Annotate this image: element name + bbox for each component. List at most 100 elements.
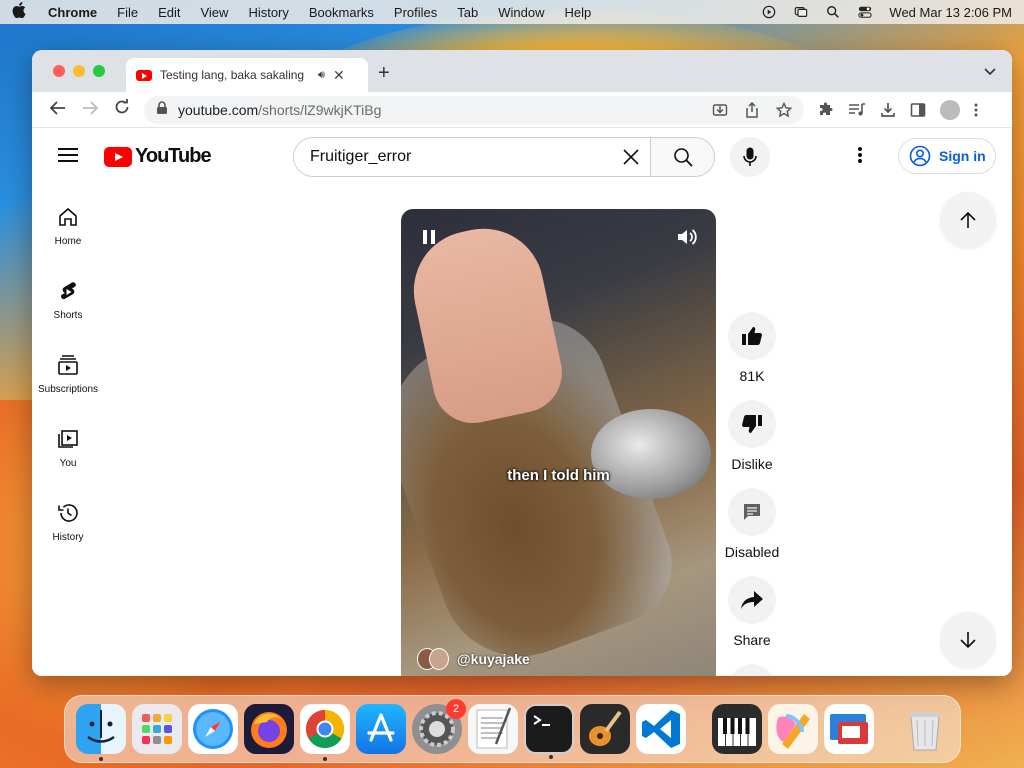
sidebar-item-label: History	[52, 532, 84, 543]
menu-window[interactable]: Window	[498, 5, 544, 20]
dock-textedit-icon[interactable]	[468, 704, 518, 754]
bookmark-star-icon[interactable]	[776, 101, 792, 118]
dock-launchpad-icon[interactable]	[132, 704, 182, 754]
search-button[interactable]	[650, 138, 714, 176]
dock-chrome-icon[interactable]	[300, 704, 350, 761]
minimize-window-button[interactable]	[73, 65, 85, 77]
share-label: Share	[733, 632, 771, 648]
history-icon	[58, 504, 78, 522]
like-action[interactable]: 81K	[722, 312, 782, 384]
sign-in-label: Sign in	[939, 148, 986, 164]
side-panel-icon[interactable]	[910, 102, 926, 118]
voice-search-button[interactable]	[730, 137, 770, 177]
dislike-button[interactable]	[728, 400, 776, 448]
tab-search-chevron-icon[interactable]	[984, 64, 996, 79]
menu-profiles[interactable]: Profiles	[394, 5, 437, 20]
control-center-icon[interactable]	[857, 5, 873, 19]
settings-badge: 2	[446, 699, 466, 719]
new-tab-button[interactable]: +	[378, 62, 390, 85]
back-button[interactable]	[42, 99, 74, 120]
downloads-icon[interactable]	[880, 102, 896, 118]
close-window-button[interactable]	[53, 65, 65, 77]
dock-app-store-icon[interactable]	[356, 704, 406, 754]
channel-handle[interactable]: @kuyajake	[457, 651, 530, 667]
sidebar-item-you[interactable]: You	[32, 428, 104, 469]
volume-icon[interactable]	[676, 227, 698, 252]
share-page-icon[interactable]	[744, 101, 760, 118]
profile-avatar[interactable]	[940, 99, 960, 120]
tab-title: Testing lang, baka sakaling	[160, 68, 305, 82]
more-actions-button[interactable]	[728, 664, 776, 676]
tab-audio-icon[interactable]: 🔊︎	[318, 69, 325, 82]
extensions-puzzle-icon[interactable]	[818, 102, 834, 118]
comment-icon	[744, 504, 760, 520]
share-button[interactable]	[728, 576, 776, 624]
dock-system-settings-icon[interactable]: 2	[412, 699, 466, 754]
apple-menu-icon[interactable]	[12, 2, 34, 22]
user-circle-icon	[909, 145, 931, 167]
home-icon	[59, 207, 77, 226]
sidebar-item-subscriptions[interactable]: Subscriptions	[32, 354, 104, 395]
menubar-clock[interactable]: Wed Mar 13 2:06 PM	[889, 5, 1012, 20]
screen-mirroring-icon[interactable]	[793, 5, 809, 19]
pause-icon[interactable]	[423, 230, 435, 244]
dislike-action[interactable]: Dislike	[722, 400, 782, 472]
spotlight-search-icon[interactable]	[825, 5, 841, 19]
menu-bookmarks[interactable]: Bookmarks	[309, 5, 374, 20]
site-info-icon[interactable]	[156, 101, 168, 118]
menu-app-name[interactable]: Chrome	[48, 5, 97, 20]
install-app-icon[interactable]	[712, 102, 728, 118]
dock-terminal-icon[interactable]	[524, 704, 574, 759]
sidebar-item-shorts[interactable]: Shorts	[32, 280, 104, 321]
youtube-logo-text: YouTube	[135, 145, 212, 167]
clear-search-icon[interactable]	[613, 138, 651, 176]
next-video-button[interactable]	[940, 612, 996, 668]
share-action[interactable]: Share	[722, 576, 782, 648]
subscriptions-icon	[58, 355, 78, 375]
chrome-menu-icon[interactable]	[974, 102, 978, 118]
sidebar-item-history[interactable]: History	[32, 502, 104, 543]
dock-pages-icon[interactable]	[768, 704, 818, 754]
previous-video-button[interactable]	[940, 192, 996, 248]
menu-help[interactable]: Help	[565, 5, 592, 20]
search-input[interactable]	[294, 138, 613, 176]
menu-history[interactable]: History	[248, 5, 288, 20]
more-actions[interactable]	[722, 664, 782, 676]
like-button[interactable]	[728, 312, 776, 360]
reload-button[interactable]	[106, 99, 138, 120]
guide-menu-icon[interactable]	[58, 148, 78, 162]
media-play-icon[interactable]	[761, 5, 777, 19]
dock-vscode-icon[interactable]	[636, 704, 686, 754]
dock-finder-icon[interactable]	[76, 704, 126, 761]
channel-info[interactable]: @kuyajake	[417, 644, 530, 674]
dock-garageband-icon[interactable]	[580, 704, 630, 754]
dock-trash-icon[interactable]	[900, 704, 950, 754]
channel-avatar[interactable]	[417, 644, 453, 674]
sidebar-item-label: Home	[54, 236, 82, 247]
sidebar-item-label: Shorts	[53, 310, 83, 321]
close-tab-icon[interactable]: ✕	[333, 67, 345, 84]
address-bar[interactable]: youtube.com/shorts/lZ9wkjKTiBg	[144, 95, 804, 124]
comments-button	[728, 488, 776, 536]
browser-tab-active[interactable]: Testing lang, baka sakaling 🔊︎ ✕	[126, 58, 368, 92]
dock-remote-desktop-icon[interactable]	[824, 704, 874, 754]
settings-more-icon[interactable]	[858, 146, 862, 168]
menu-view[interactable]: View	[200, 5, 228, 20]
dock-safari-icon[interactable]	[188, 704, 238, 754]
sidebar-item-home[interactable]: Home	[32, 206, 104, 247]
forward-button[interactable]	[74, 99, 106, 120]
thumbs-down-icon	[742, 415, 762, 433]
thumbs-up-icon	[742, 327, 762, 345]
chrome-window: Testing lang, baka sakaling 🔊︎ ✕ + youtu…	[32, 50, 1012, 676]
shorts-video-player[interactable]: then I told him @kuyajake	[401, 209, 716, 676]
sign-in-button[interactable]: Sign in	[898, 138, 996, 174]
dock-piano-icon[interactable]	[712, 704, 762, 754]
menu-file[interactable]: File	[117, 5, 138, 20]
media-queue-icon[interactable]	[848, 102, 866, 118]
menu-tab[interactable]: Tab	[457, 5, 478, 20]
shorts-icon	[61, 282, 76, 300]
youtube-logo[interactable]: YouTube	[104, 145, 212, 168]
dock-firefox-icon[interactable]	[244, 704, 294, 754]
zoom-window-button[interactable]	[93, 65, 105, 77]
menu-edit[interactable]: Edit	[158, 5, 180, 20]
